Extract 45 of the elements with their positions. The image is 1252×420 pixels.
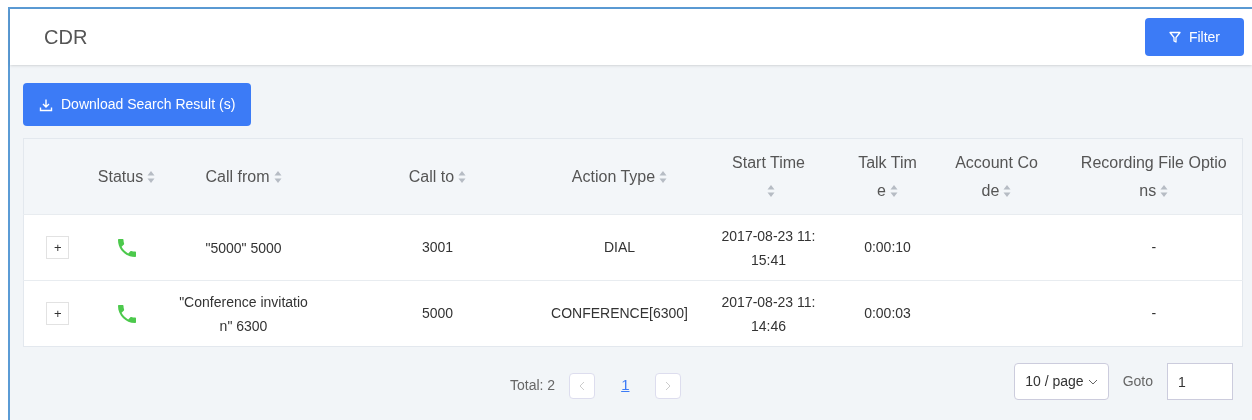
column-header[interactable]: Talk Time [855,148,920,205]
chevron-right-icon [665,380,672,391]
table-cell: 0:00:03 [864,305,911,321]
expand-button[interactable]: + [46,302,70,325]
sort-icon[interactable] [1160,184,1169,199]
table-cell-text: 2017-08-23 11:14:46 [720,292,817,336]
column-header[interactable]: Account Code [954,148,1039,205]
goto-field[interactable]: 1 [1167,363,1233,400]
table-cell-text: "Conference invitation" 6300 [178,292,309,336]
column-header[interactable]: Call to [329,162,546,191]
column-header[interactable]: Status [96,162,157,191]
goto-label: Goto [1122,372,1153,391]
table-cell: - [1151,305,1157,321]
table-cell: 5000 [421,305,454,321]
table-cell: CONFERENCE[6300] [551,305,688,321]
column-header[interactable]: Recording File Options [1079,148,1228,205]
total-count: Total: 2 [510,376,556,395]
sort-icon[interactable] [147,170,156,185]
filter-button[interactable]: Filter [1144,18,1244,56]
download-button[interactable]: Download Search Result (s) [23,83,252,126]
next-page-button[interactable] [655,372,682,399]
sort-icon[interactable] [458,170,467,185]
table-cell-text: "5000" 5000 [204,238,283,258]
table-cell: 3001 [421,239,454,255]
filter-icon [1168,31,1181,43]
page-size-select[interactable]: 10 / page [1014,363,1109,400]
table-cell: 0:00:10 [864,239,911,255]
column-header[interactable]: Call from [168,162,319,191]
column-header[interactable]: Action Type [553,162,686,191]
expand-button[interactable]: + [46,236,70,259]
previous-page-button[interactable] [569,372,596,399]
page-title: CDR [44,25,88,50]
sort-icon[interactable] [273,170,282,185]
sort-icon[interactable] [766,184,775,199]
column-header[interactable]: Start Time [730,148,807,205]
chevron-left-icon [579,380,586,391]
page-link[interactable]: 1 [609,374,642,397]
sort-icon[interactable] [659,170,668,185]
chevron-down-icon [1087,378,1098,385]
table-cell: - [1151,239,1157,255]
download-icon [39,97,53,112]
sort-icon[interactable] [889,184,898,199]
sort-icon[interactable] [1003,184,1012,199]
table-cell-text: 2017-08-23 11:15:41 [720,226,817,270]
table-cell: DIAL [603,239,636,255]
